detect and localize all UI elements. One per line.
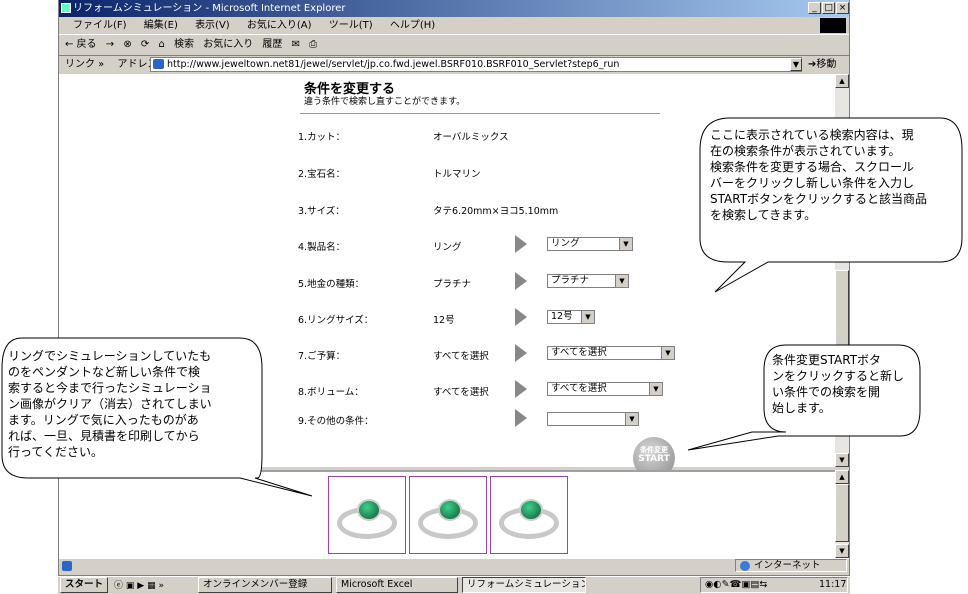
callout-left-text: リングでシミュレーションしていたも のをペンダントなど新しい条件で検 索すると今…	[8, 349, 212, 459]
callout-bottom-right-text: 条件変更STARTボタ ンをクリックすると新し い条件での検索を開 始します。	[772, 353, 905, 415]
callout-shapes	[1, 117, 963, 497]
callout-top-right-text: ここに表示されている検索内容は、現 在の検索条件が表示されています。 検索条件を…	[710, 128, 928, 222]
